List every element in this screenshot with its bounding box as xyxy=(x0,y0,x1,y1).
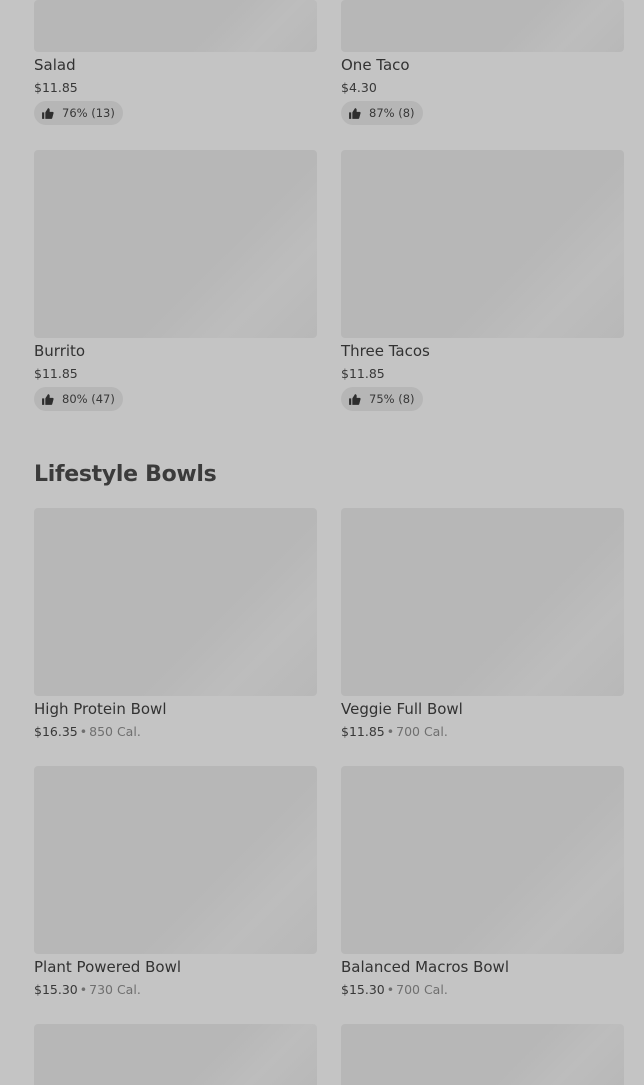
menu-item-calories: 700 Cal. xyxy=(396,982,448,997)
rating-text: 80% (47) xyxy=(62,392,115,406)
menu-item-image xyxy=(34,766,317,954)
menu-item-name: Salad xyxy=(34,56,76,74)
separator-dot: • xyxy=(79,982,88,997)
menu-item-name: Balanced Macros Bowl xyxy=(341,958,509,976)
section-title: Lifestyle Bowls xyxy=(34,462,217,487)
menu-item-name: Veggie Full Bowl xyxy=(341,700,463,718)
menu-item-price: $11.85 xyxy=(34,366,78,381)
rating-badge: 76% (13) xyxy=(34,101,123,125)
separator-dot: • xyxy=(386,982,395,997)
menu-item-image xyxy=(34,508,317,696)
menu-item-price: $4.30 xyxy=(341,80,377,95)
menu-item-price: $15.30 xyxy=(341,982,385,997)
menu-item-price-line: $16.35 • 850 Cal. xyxy=(34,724,141,740)
menu-item-price-line: $15.30 • 730 Cal. xyxy=(34,982,141,998)
menu-item-calories: 700 Cal. xyxy=(396,724,448,739)
menu-item-image xyxy=(341,0,624,52)
rating-badge: 80% (47) xyxy=(34,387,123,411)
menu-item-image xyxy=(34,0,317,52)
menu-item-image xyxy=(341,508,624,696)
thumbs-up-icon xyxy=(348,107,361,120)
menu-item-name: Three Tacos xyxy=(341,342,430,360)
menu-item-name: High Protein Bowl xyxy=(34,700,167,718)
rating-text: 75% (8) xyxy=(369,392,415,406)
thumbs-up-icon xyxy=(348,393,361,406)
menu-item-price: $11.85 xyxy=(341,366,385,381)
rating-text: 76% (13) xyxy=(62,106,115,120)
menu-item-price: $11.85 xyxy=(341,724,385,739)
menu-item-name: One Taco xyxy=(341,56,410,74)
menu-item-price: $16.35 xyxy=(34,724,78,739)
rating-badge: 75% (8) xyxy=(341,387,423,411)
menu-item-image xyxy=(34,1024,317,1085)
menu-item-image xyxy=(341,766,624,954)
thumbs-up-icon xyxy=(41,393,54,406)
menu-item-price: $11.85 xyxy=(34,80,78,95)
menu-item-price-line: $11.85 • 700 Cal. xyxy=(341,724,448,740)
menu-item-name: Burrito xyxy=(34,342,86,360)
rating-badge: 87% (8) xyxy=(341,101,423,125)
menu-item-image xyxy=(341,1024,624,1085)
rating-text: 87% (8) xyxy=(369,106,415,120)
menu-item-price-line: $15.30 • 700 Cal. xyxy=(341,982,448,998)
thumbs-up-icon xyxy=(41,107,54,120)
separator-dot: • xyxy=(79,724,88,739)
separator-dot: • xyxy=(386,724,395,739)
menu-item-price: $15.30 xyxy=(34,982,78,997)
menu-item-calories: 850 Cal. xyxy=(89,724,141,739)
menu-item-image xyxy=(341,150,624,338)
menu-item-name: Plant Powered Bowl xyxy=(34,958,182,976)
menu-item-calories: 730 Cal. xyxy=(89,982,141,997)
menu-item-image xyxy=(34,150,317,338)
